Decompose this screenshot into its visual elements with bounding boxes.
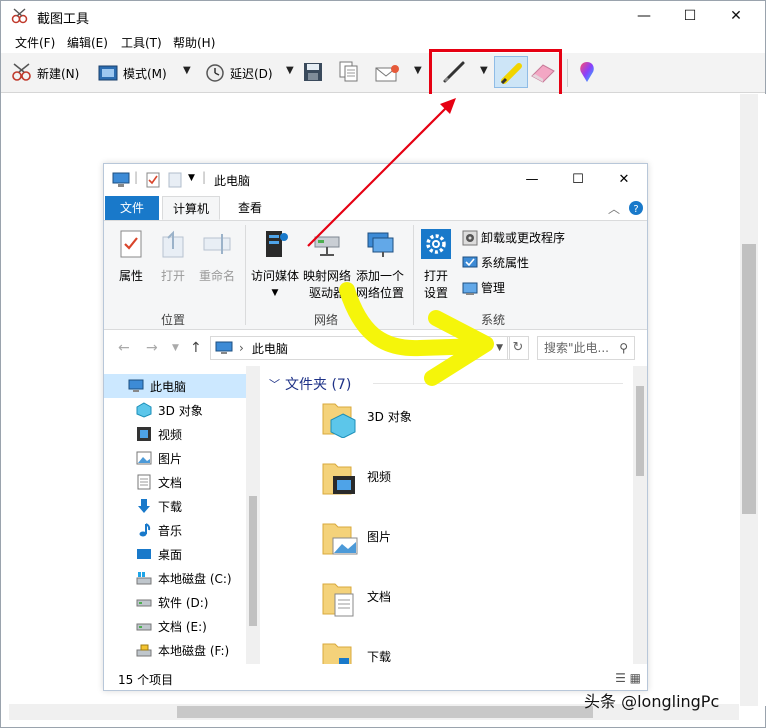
red-arrow-line <box>307 105 449 247</box>
annotation-overlay <box>307 98 494 386</box>
watermark: 头条 @longlingPc <box>584 692 720 711</box>
